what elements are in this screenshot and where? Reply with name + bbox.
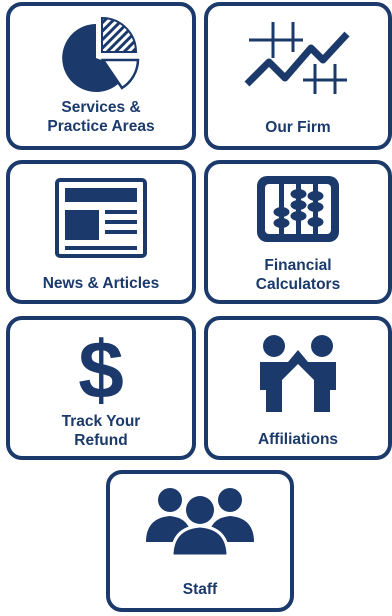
affiliations-button[interactable]: Affiliations [204, 316, 392, 460]
tile-label-line-1: Financial [264, 257, 332, 274]
group-icon [146, 488, 254, 556]
track-your-refund-button[interactable]: $ Track Your Refund [6, 316, 196, 460]
dollar-sign-icon: $ [78, 326, 124, 406]
news-articles-button[interactable]: News & Articles [6, 160, 196, 304]
tile-label-line-2: Calculators [255, 276, 341, 293]
abacus-icon [257, 176, 339, 242]
tile-label-line-1: Services & [61, 99, 141, 116]
staff-button[interactable]: Staff [106, 470, 294, 612]
tile-label-line-1: Our Firm [265, 119, 331, 136]
tile-label-line-1: News & Articles [42, 275, 160, 292]
svg-text:$: $ [78, 326, 124, 406]
tile-label-line-1: Track Your [61, 413, 141, 430]
our-firm-button[interactable]: Our Firm [204, 2, 392, 150]
tile-label-line-2: Refund [74, 432, 128, 449]
financial-calculators-button[interactable]: Financial Calculators [204, 160, 392, 304]
tile-label-line-2: Practice Areas [47, 118, 155, 135]
people-joined-icon [260, 335, 336, 412]
tile-label-line-1: Affiliations [257, 431, 339, 448]
line-graph-icon [244, 22, 350, 94]
pie-chart-icon [62, 16, 140, 92]
services-practice-areas-button[interactable]: Services & Practice Areas [6, 2, 196, 150]
newspaper-icon [55, 178, 147, 258]
tile-label-line-1: Staff [182, 581, 218, 598]
